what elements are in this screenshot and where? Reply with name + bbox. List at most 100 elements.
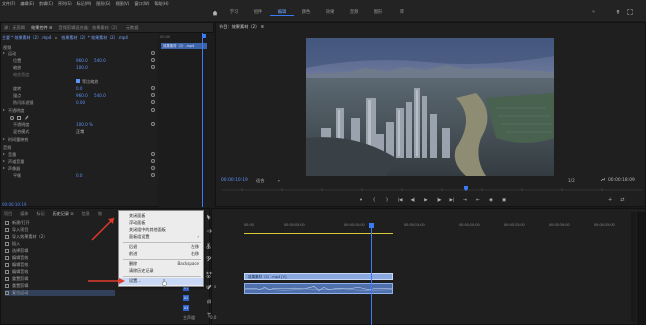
volume-expand-icon[interactable] [3, 153, 5, 155]
reset-icon[interactable] [151, 152, 155, 156]
extract-icon[interactable]: ⇤ [475, 197, 481, 203]
menu-sequence[interactable]: 序列(S) [58, 1, 72, 7]
volume-label[interactable]: 音量 [8, 152, 16, 158]
flicker-value[interactable]: 0.00 [76, 100, 85, 105]
reset-icon[interactable] [151, 166, 155, 170]
menu-view[interactable]: 视图(V) [115, 1, 129, 7]
timeline-vertical-scrollbar[interactable] [631, 212, 636, 322]
timeline-playhead-handle[interactable] [369, 223, 374, 228]
mark-in-icon[interactable]: { [371, 197, 377, 203]
export-frame-icon[interactable]: ◉ [488, 197, 494, 203]
menu-item-delete[interactable]: 删除 Backspace [119, 261, 203, 268]
step-back-icon[interactable]: ◀| [410, 197, 416, 203]
timeline-ruler[interactable]: 00:00 00:00:05:00 00:00:10:00 00:00:15:0… [244, 223, 629, 233]
channel-volume-label[interactable]: 声道音量 [8, 159, 24, 165]
add-marker-icon[interactable]: ▾ [358, 197, 364, 203]
ellipse-mask-icon[interactable] [10, 115, 14, 120]
selection-tool-icon[interactable] [206, 214, 212, 220]
time-remap-label[interactable]: 时间重映射 [8, 137, 28, 143]
history-item[interactable]: 导入效果素材（2） [5, 234, 47, 240]
history-item[interactable]: 重置剪辑 [5, 276, 28, 282]
fullscreen-icon[interactable] [627, 9, 633, 15]
play-icon[interactable]: ▶ [423, 197, 429, 203]
track-select-tool-icon[interactable] [206, 228, 212, 234]
chevron-down-icon[interactable]: ▾ [278, 179, 280, 183]
workspace-overflow-button[interactable]: » [592, 9, 595, 15]
opacity-expand-icon[interactable] [3, 109, 5, 111]
opacity-value[interactable]: 100.0 % [76, 122, 93, 127]
eye-icon[interactable] [206, 274, 211, 279]
anchor-x-value[interactable]: 960.0 [76, 93, 88, 98]
history-item[interactable]: 插入 [5, 241, 20, 247]
workspace-tab-graphics[interactable]: 图形 [366, 9, 390, 16]
reset-icon[interactable] [151, 100, 155, 104]
comparison-view-icon[interactable]: ▣ [501, 197, 507, 203]
reset-icon[interactable] [151, 51, 155, 55]
workspace-tab-learn[interactable]: 学习 [222, 9, 246, 16]
workspace-tab-libraries[interactable]: 库 [390, 9, 414, 16]
history-item[interactable]: 编辑音效 [5, 262, 28, 268]
menu-item-clear-history[interactable]: 清除历史记录 [119, 268, 203, 275]
mute-toggle[interactable]: M [206, 285, 209, 289]
tab-history[interactable]: 历史记录 ≡ [53, 211, 74, 217]
history-item[interactable]: 导入项目 [5, 227, 28, 233]
history-item[interactable]: 重置剪辑 [5, 283, 28, 289]
tab-effect-controls[interactable]: 效果控件 ≡ [31, 25, 53, 31]
zoom-level-select[interactable]: 适合 [256, 178, 264, 184]
track-target-a2[interactable]: A2 [183, 295, 189, 301]
reset-icon[interactable] [151, 65, 155, 69]
reset-icon[interactable] [151, 86, 155, 90]
pen-mask-icon[interactable] [24, 115, 29, 120]
scale-value[interactable]: 100.0 [76, 65, 88, 70]
program-scrub-bar[interactable] [222, 186, 642, 192]
workspace-tab-assembly[interactable]: 组件 [246, 9, 270, 16]
add-button-icon[interactable]: + [608, 197, 612, 203]
time-remap-expand-icon[interactable] [3, 138, 5, 140]
workspace-tab-audio[interactable]: 音频 [342, 9, 366, 16]
menu-marker[interactable]: 标记(M) [77, 1, 92, 7]
effect-controls-playhead-handle[interactable] [202, 34, 206, 38]
reset-icon[interactable] [151, 122, 155, 126]
history-item[interactable]: 编辑音效 [5, 269, 28, 275]
step-forward-icon[interactable]: |▶ [436, 197, 442, 203]
reset-icon[interactable] [151, 173, 155, 177]
tab-media-browser[interactable]: 媒体 [20, 211, 28, 217]
menu-item-step-forward[interactable]: 前进 右移 [119, 251, 203, 258]
timeline-playhead[interactable] [371, 223, 372, 325]
history-item[interactable]: 选择剪辑 [5, 248, 28, 254]
panner-expand-icon[interactable] [3, 167, 5, 169]
master-clip-label[interactable]: 主要 * 效果素材（2）.mp4 [2, 35, 51, 41]
rectangle-mask-icon[interactable] [17, 115, 21, 120]
reset-icon[interactable] [151, 93, 155, 97]
tab-source[interactable]: 源：无剪辑 [4, 25, 25, 31]
panner-label[interactable]: 声像器 [8, 166, 20, 172]
upload-icon[interactable] [615, 9, 621, 15]
home-icon[interactable] [212, 10, 218, 16]
lift-icon[interactable]: ⇥ [462, 197, 468, 203]
reset-icon[interactable] [151, 58, 155, 62]
menu-file[interactable]: 文件(F) [2, 1, 15, 7]
motion-expand-icon[interactable] [3, 52, 5, 54]
tab-project[interactable]: 项目 [4, 211, 12, 217]
history-item[interactable]: 编辑音效 [5, 255, 28, 261]
eye-icon[interactable] [206, 245, 211, 250]
rotation-value[interactable]: 0.0 [76, 86, 83, 91]
sequence-clip-label[interactable]: 效果素材（2）* 效果素材（2）.mp4 [61, 35, 128, 41]
track-target-a3[interactable]: A3 [183, 305, 189, 311]
go-to-in-icon[interactable]: |◀ [397, 197, 403, 203]
channel-volume-expand-icon[interactable] [3, 160, 5, 162]
history-item-selected[interactable]: 复位运动 [5, 290, 115, 296]
workspace-tab-effects[interactable]: 效果 [318, 9, 342, 16]
anchor-y-value[interactable]: 540.0 [94, 93, 106, 98]
wrench-icon[interactable] [600, 177, 605, 182]
menu-item-close-other-panels[interactable]: 关闭组中的其他面板 [119, 227, 203, 234]
menu-graphics[interactable]: 图形(G) [96, 1, 110, 7]
menu-edit[interactable]: 编辑(E) [20, 1, 34, 7]
effect-controls-playhead[interactable] [202, 33, 203, 207]
reset-icon[interactable] [151, 108, 155, 112]
menu-clip[interactable]: 剪辑(C) [39, 1, 53, 7]
reset-icon[interactable] [151, 159, 155, 163]
menu-window[interactable]: 窗口(W) [134, 1, 149, 7]
effect-controls-timecode[interactable]: 00:00:10:19 [2, 202, 26, 207]
tab-metadata[interactable]: 元数据 [126, 25, 139, 31]
